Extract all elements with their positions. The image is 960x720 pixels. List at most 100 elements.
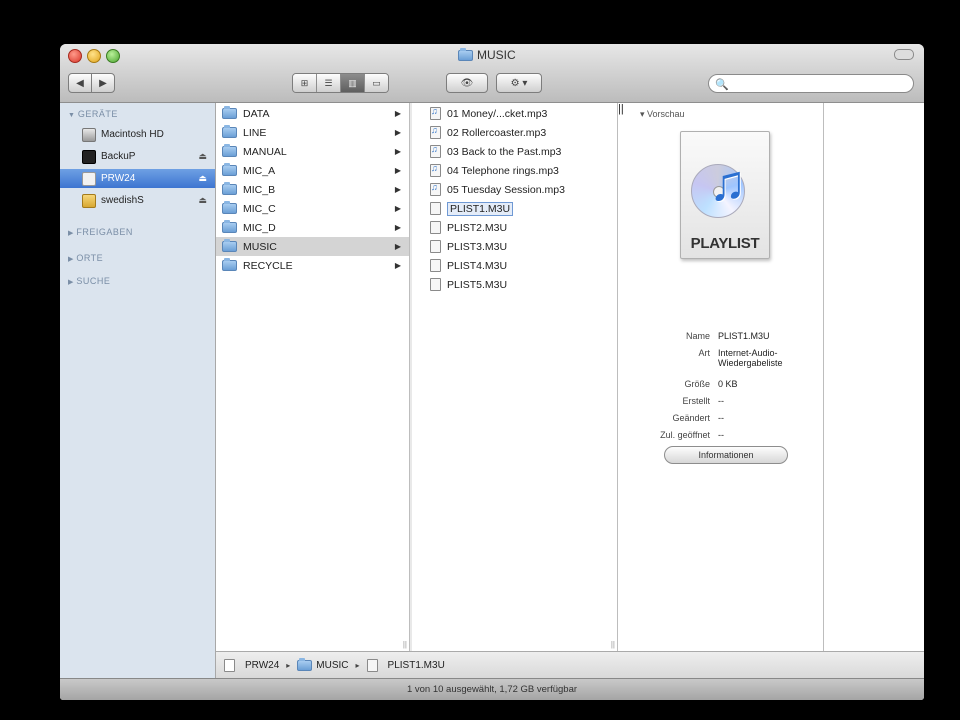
list-item[interactable]: 04 Telephone rings.mp3 xyxy=(412,161,617,180)
column-resize-handle[interactable]: || xyxy=(403,640,407,649)
list-item[interactable]: PLIST5.M3U xyxy=(412,275,617,294)
audio-file-icon xyxy=(430,144,441,158)
folder-icon xyxy=(297,657,313,671)
drive-icon xyxy=(224,658,235,672)
toolbar-toggle-button[interactable] xyxy=(894,49,914,60)
list-item[interactable]: MIC_A ▶ xyxy=(216,161,409,180)
path-bar: PRW24 ▸ MUSIC ▸ PLIST1.M3U xyxy=(216,651,924,678)
minimize-button[interactable] xyxy=(87,49,101,63)
eye-icon: 👁 xyxy=(460,77,474,89)
item-label: 03 Back to the Past.mp3 xyxy=(447,145,562,158)
path-item-music[interactable]: MUSIC xyxy=(316,660,348,671)
list-view-button[interactable]: ☰ xyxy=(317,74,341,92)
meta-name: Name PLIST1.M3U xyxy=(640,331,824,345)
column-folders: DATA ▶ LINE ▶ MANUAL ▶ MIC_A ▶ MIC_B ▶ MIC_C ▶… xyxy=(216,103,410,651)
forward-button[interactable]: ▶ xyxy=(91,73,115,93)
disclosure-arrow-icon: ▶ xyxy=(394,261,401,270)
disclosure-arrow-icon: ▶ xyxy=(394,204,401,213)
disclosure-arrow-icon: ▶ xyxy=(394,109,401,118)
meta-key: Geändert xyxy=(672,413,710,423)
item-label: 04 Telephone rings.mp3 xyxy=(447,164,559,177)
sidebar-section-places[interactable]: ORTE xyxy=(68,253,103,263)
item-label: MANUAL xyxy=(243,145,287,158)
preview-pane: ▾ Vorschau ♫ PLAYLIST Name PLIST1.M3U Art… xyxy=(618,103,824,651)
folder-icon xyxy=(222,220,237,233)
search-input[interactable] xyxy=(731,76,911,93)
search-icon: 🔍 xyxy=(715,79,729,91)
music-note-icon: ♫ xyxy=(709,155,747,211)
action-menu-button[interactable]: ⚙ ▾ xyxy=(496,73,542,93)
list-item[interactable]: MIC_C ▶ xyxy=(216,199,409,218)
path-item-plist1[interactable]: PLIST1.M3U xyxy=(388,660,445,671)
eject-icon[interactable]: ⏏ xyxy=(198,195,207,206)
sidebar-item-swedishs[interactable]: swedishS ⏏ xyxy=(60,191,215,210)
column-resize-handle[interactable]: || xyxy=(611,640,615,649)
zoom-button[interactable] xyxy=(106,49,120,63)
folder-icon xyxy=(458,47,473,61)
playlist-file-icon xyxy=(430,278,441,291)
column-resize-handle[interactable]: || xyxy=(618,103,624,115)
preview-header-label: Vorschau xyxy=(647,109,685,119)
list-item[interactable]: LINE ▶ xyxy=(216,123,409,142)
list-item[interactable]: 05 Tuesday Session.mp3 xyxy=(412,180,617,199)
list-item[interactable]: MANUAL ▶ xyxy=(216,142,409,161)
quicklook-button[interactable]: 👁 xyxy=(446,73,488,93)
list-item[interactable]: 01 Money/...cket.mp3 xyxy=(412,104,617,123)
list-item[interactable]: DATA ▶ xyxy=(216,104,409,123)
window-title: MUSIC xyxy=(458,47,516,62)
list-item[interactable]: 02 Rollercoaster.mp3 xyxy=(412,123,617,142)
close-button[interactable] xyxy=(68,49,82,63)
item-label: MUSIC xyxy=(243,240,277,253)
folder-icon xyxy=(222,201,237,214)
item-label: DATA xyxy=(243,107,270,120)
sidebar-section-shared[interactable]: FREIGABEN xyxy=(68,227,133,237)
column-files: 01 Money/...cket.mp3 02 Rollercoaster.mp… xyxy=(412,103,618,651)
meta-size: Größe 0 KB xyxy=(640,379,824,393)
path-separator-icon: ▸ xyxy=(355,660,360,670)
empty-column xyxy=(824,103,924,651)
usb-drive-icon xyxy=(82,171,96,186)
eject-icon[interactable]: ⏏ xyxy=(198,151,207,162)
sidebar-section-devices[interactable]: GERÄTE xyxy=(68,109,118,119)
sidebar-item-prw24[interactable]: PRW24 ⏏ xyxy=(60,169,215,188)
meta-key: Erstellt xyxy=(682,396,710,406)
search-field[interactable]: 🔍 xyxy=(708,74,914,93)
list-item[interactable]: 03 Back to the Past.mp3 xyxy=(412,142,617,161)
sidebar-item-label: swedishS xyxy=(101,195,144,206)
more-info-button[interactable]: Informationen xyxy=(664,446,788,464)
playlist-icon-label: PLAYLIST xyxy=(690,235,760,252)
icon-view-button[interactable]: ⊞ xyxy=(293,74,317,92)
folder-icon xyxy=(222,163,237,176)
list-item[interactable]: MIC_D ▶ xyxy=(216,218,409,237)
list-item-selected[interactable]: PLIST1.M3U xyxy=(412,199,617,218)
window-title-text: MUSIC xyxy=(477,48,516,62)
item-label: 01 Money/...cket.mp3 xyxy=(447,107,548,120)
item-label: MIC_A xyxy=(243,164,276,177)
sidebar-item-macintosh-hd[interactable]: Macintosh HD xyxy=(60,125,215,144)
list-item[interactable]: MIC_B ▶ xyxy=(216,180,409,199)
preview-header[interactable]: ▾ Vorschau xyxy=(640,109,685,120)
usb-drive-icon xyxy=(82,193,96,208)
meta-modified: Geändert -- xyxy=(640,413,824,427)
sidebar-item-label: Macintosh HD xyxy=(101,129,164,140)
back-button[interactable]: ◀ xyxy=(68,73,92,93)
eject-icon[interactable]: ⏏ xyxy=(198,173,207,184)
item-label: RECYCLE xyxy=(243,259,293,272)
list-item[interactable]: RECYCLE ▶ xyxy=(216,256,409,275)
meta-key: Größe xyxy=(684,379,710,389)
list-item[interactable]: PLIST3.M3U xyxy=(412,237,617,256)
item-label: PLIST1.M3U xyxy=(447,201,514,216)
list-item[interactable]: PLIST4.M3U xyxy=(412,256,617,275)
coverflow-view-button[interactable]: ▭ xyxy=(365,74,388,92)
sidebar-section-search[interactable]: SUCHE xyxy=(68,276,110,286)
list-item-selected[interactable]: MUSIC ▶ xyxy=(216,237,409,256)
column-view-button[interactable]: ▥ xyxy=(341,74,365,92)
title-bar: MUSIC ◀ ▶ ⊞ ☰ ▥ ▭ 👁 ⚙ ▾ 🔍 xyxy=(60,44,924,103)
path-item-prw24[interactable]: PRW24 xyxy=(245,660,279,671)
folder-icon xyxy=(222,144,237,157)
meta-kind: Art Internet-Audio-Wiedergabeliste xyxy=(640,348,824,376)
playlist-file-icon xyxy=(430,221,441,234)
sidebar-item-backup[interactable]: BackuP ⏏ xyxy=(60,147,215,166)
item-label: PLIST3.M3U xyxy=(447,240,508,253)
list-item[interactable]: PLIST2.M3U xyxy=(412,218,617,237)
